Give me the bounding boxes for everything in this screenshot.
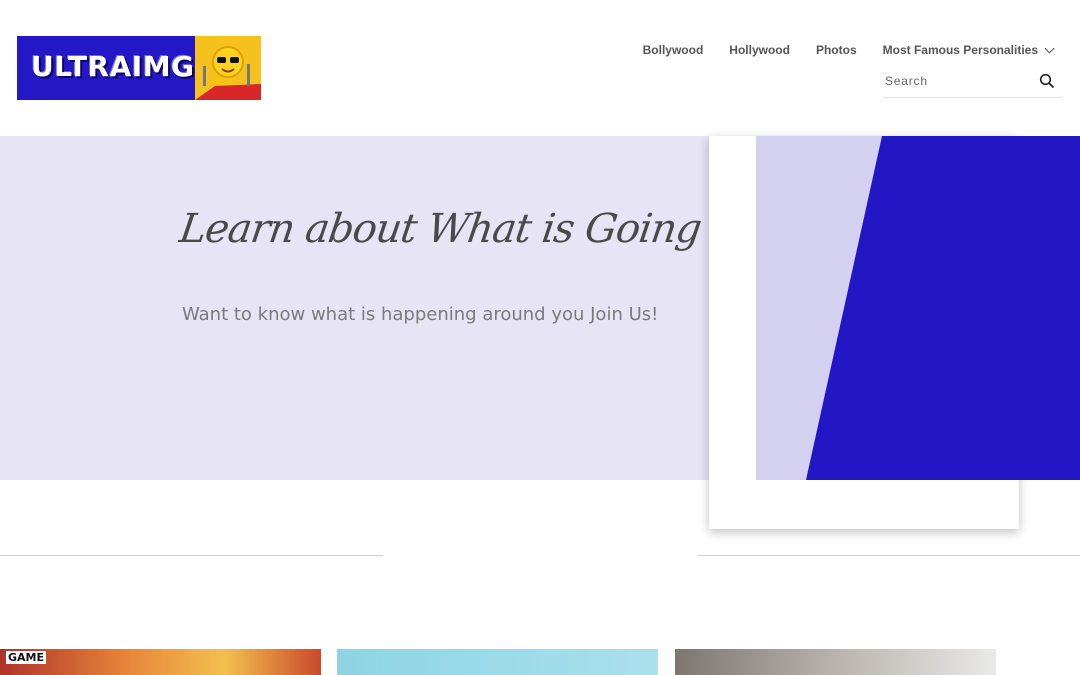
logo-mascot-icon [195, 36, 261, 100]
nav-item-most-famous-personalities[interactable]: Most Famous Personalities [882, 43, 1055, 57]
nav-item-label: Most Famous Personalities [882, 43, 1038, 57]
thumbnail-label: GAME [6, 651, 47, 664]
search-icon[interactable] [1039, 73, 1055, 89]
nav-item-bollywood[interactable]: Bollywood [643, 43, 704, 57]
site-header: ULTRAIMG Bollywood Hollywood Photos Most… [0, 0, 1080, 136]
hero-title: Learn about What is Going On! [176, 206, 788, 252]
search-input[interactable] [883, 69, 1035, 93]
post-thumbnail[interactable]: GAME [0, 649, 321, 675]
post-thumbnail[interactable] [337, 649, 658, 675]
section-divider-left [0, 555, 383, 556]
chevron-down-icon [1044, 43, 1055, 53]
search-box [883, 68, 1063, 98]
nav-item-photos[interactable]: Photos [816, 43, 857, 57]
nav-item-hollywood[interactable]: Hollywood [729, 43, 790, 57]
logo-text: ULTRAIMG [31, 50, 195, 83]
post-thumbnail[interactable] [675, 649, 996, 675]
site-logo[interactable]: ULTRAIMG [17, 36, 261, 100]
section-divider-right [698, 555, 1080, 556]
main-nav: Bollywood Hollywood Photos Most Famous P… [617, 43, 1055, 57]
hero-subtitle: Want to know what is happening around yo… [182, 304, 659, 325]
